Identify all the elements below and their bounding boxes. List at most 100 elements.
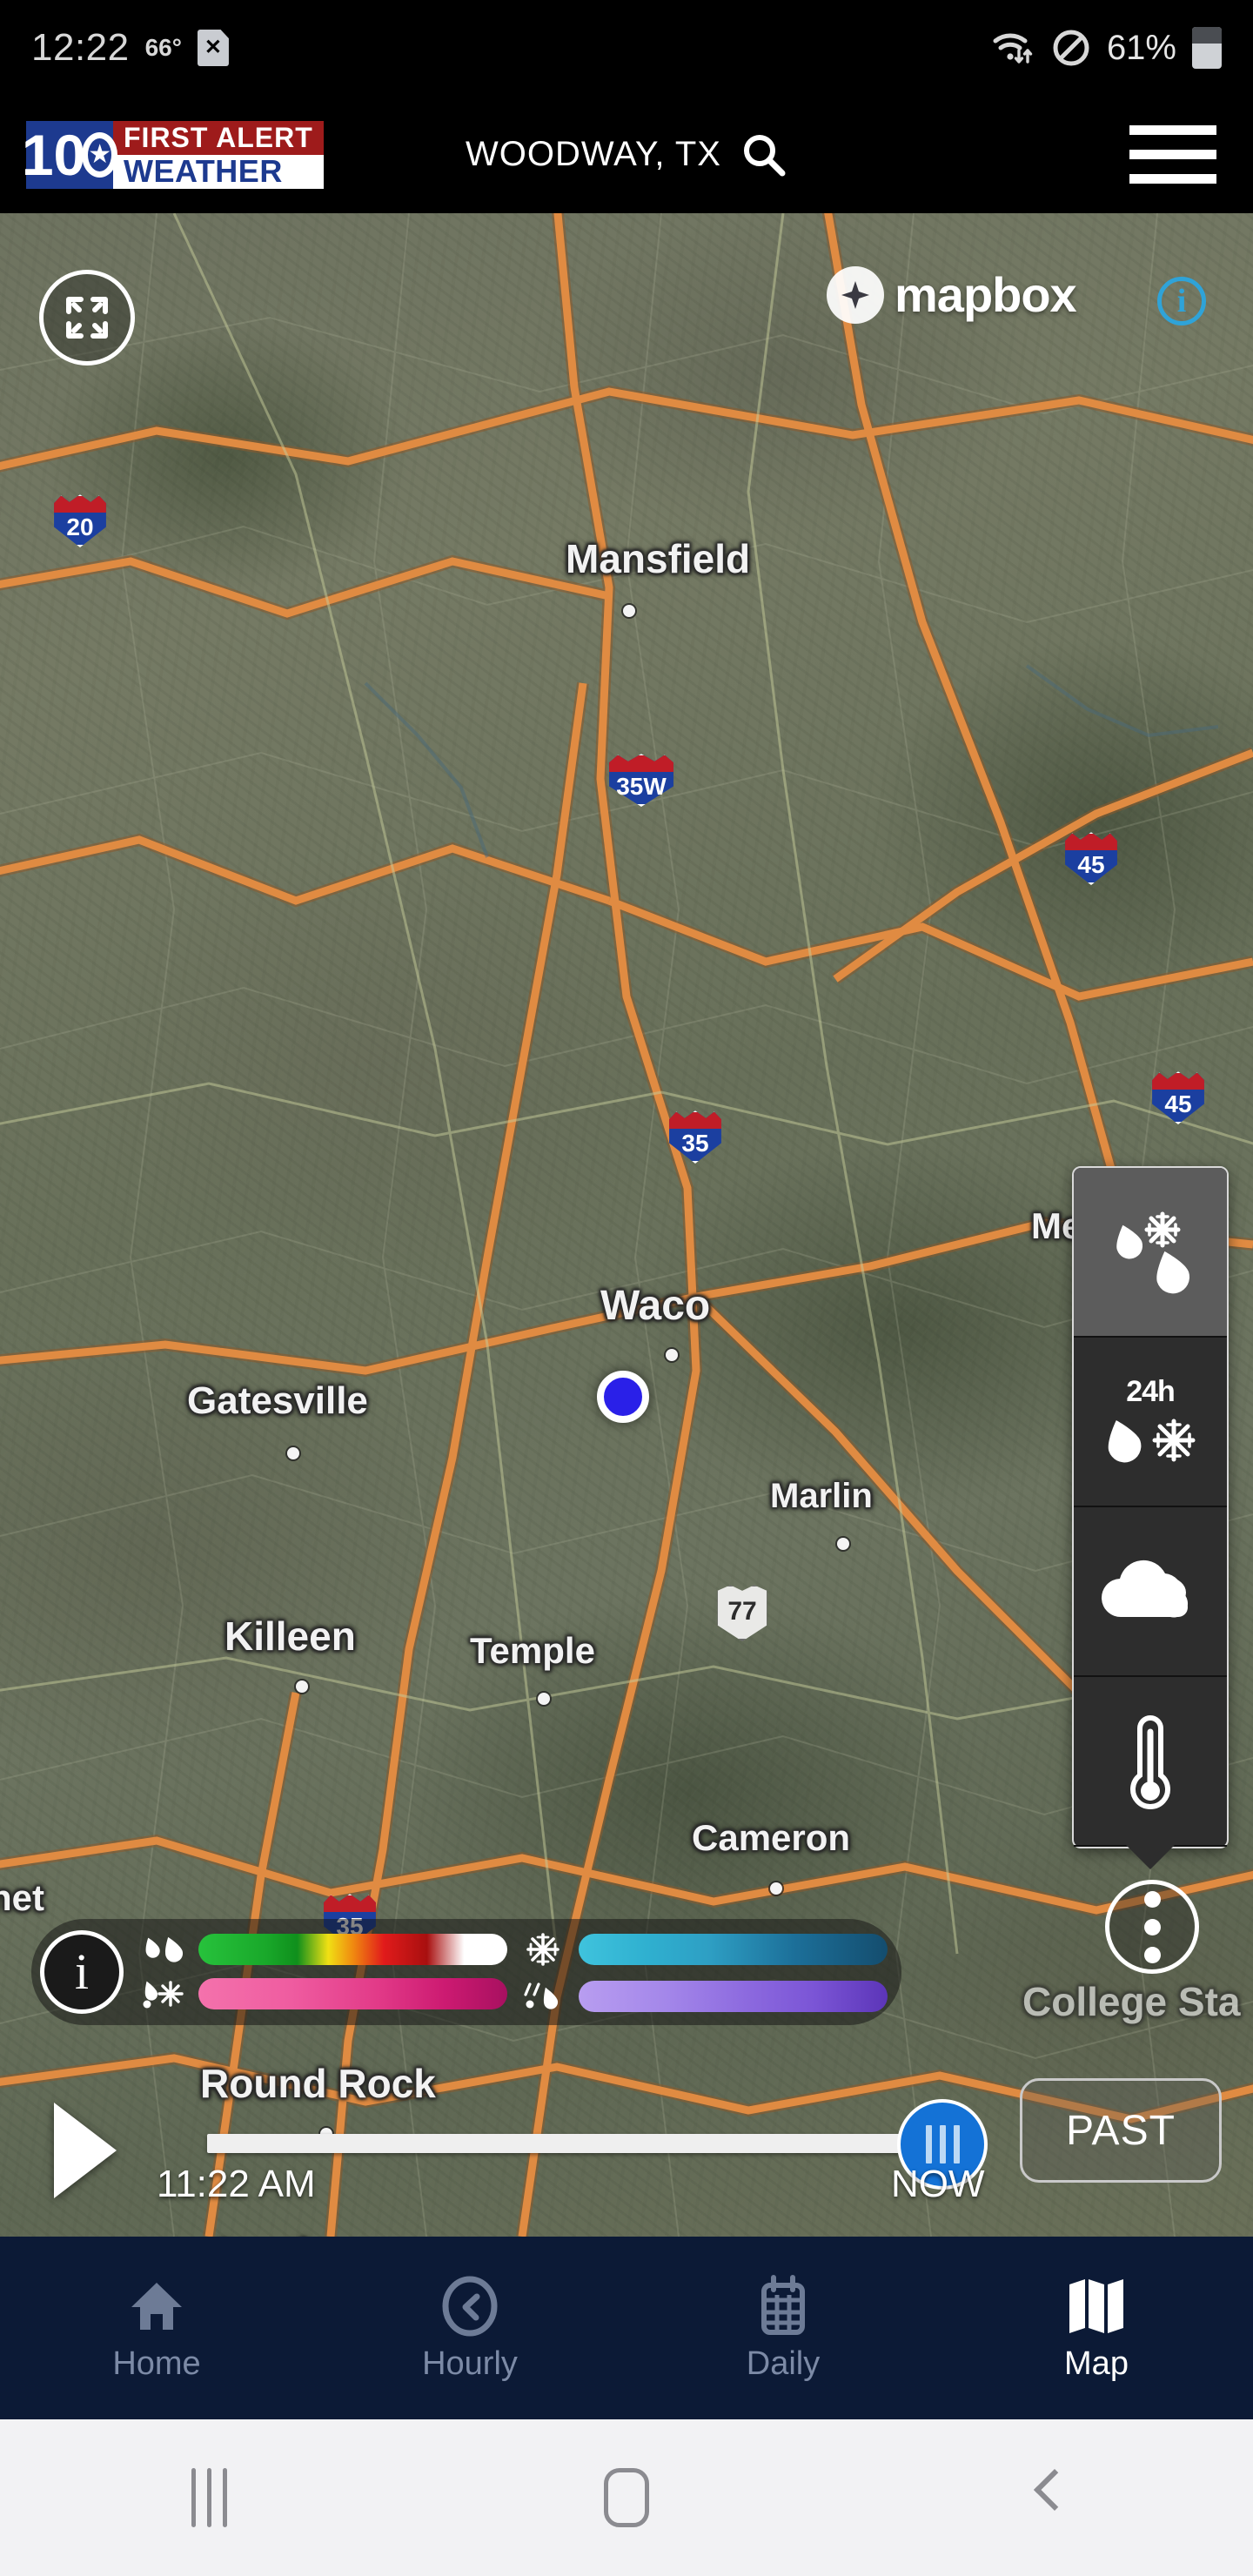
city-dot (623, 605, 635, 617)
map-icon (1069, 2278, 1123, 2333)
android-nav-bar[interactable] (0, 2419, 1253, 2576)
city-dot (287, 1447, 299, 1459)
tab-hourly[interactable]: Hourly (313, 2274, 626, 2383)
calendar-icon (761, 2274, 805, 2335)
layer-option-clouds[interactable] (1074, 1507, 1227, 1677)
map-layer-panel[interactable]: 24h (1072, 1166, 1229, 1869)
city-label: Killeen (224, 1613, 356, 1659)
logo-weather: WEATHER (113, 153, 324, 189)
home-icon (131, 2282, 182, 2330)
battery-percent: 61% (1106, 28, 1176, 67)
legend-column-left (136, 1934, 507, 2010)
rain-snow-mix-icon (1116, 1211, 1189, 1293)
logo-wordmark: FIRST ALERT WEATHER (113, 120, 324, 189)
tab-daily[interactable]: Daily (626, 2274, 940, 2383)
legend-column-right (516, 1931, 888, 2013)
mapbox-logo-icon (827, 266, 884, 324)
city-dot (666, 1349, 678, 1361)
thermometer-icon (1130, 1714, 1170, 1809)
three-dots-vertical-icon[interactable] (1105, 1880, 1199, 1974)
fullscreen-expand-icon[interactable] (39, 270, 135, 366)
city-dot (538, 1693, 550, 1705)
nav-recents-button[interactable] (0, 2468, 418, 2527)
rain-drops-icon (136, 1935, 190, 1964)
city-label: Mansfield (566, 536, 751, 581)
legend-bar-mixed (198, 1978, 507, 2009)
city-dot (837, 1538, 849, 1550)
legend-row (516, 1931, 888, 1968)
city-label: College Sta (1022, 1979, 1241, 2024)
timeline-track[interactable] (207, 2134, 929, 2153)
status-bar-right: 61% (992, 27, 1222, 69)
past-button-label: PAST (1066, 2107, 1176, 2154)
location-search[interactable]: WOODWAY, TX (466, 131, 787, 178)
logo-one: 10 (21, 122, 86, 187)
legend-info-button[interactable]: i (40, 1930, 124, 2014)
city-label: Waco (600, 1283, 711, 1329)
city-label: Cameron (692, 1817, 851, 1858)
status-bar: 12:22 66° ✕ 61% (0, 0, 1253, 96)
back-icon (1029, 2472, 1059, 2524)
station-logo: 10 ★ FIRST ALERT WEATHER (22, 120, 324, 189)
snowflake-icon (516, 1931, 570, 1968)
info-circle-icon[interactable]: i (1157, 277, 1206, 325)
highway-shield-number: 20 (66, 513, 94, 540)
city-label: net (0, 1877, 44, 1918)
timeline-start-time: 11:22 AM (157, 2163, 316, 2205)
bottom-tab-bar[interactable]: Home Hourly Daily Map (0, 2237, 1253, 2419)
sleet-icon (136, 1977, 190, 2010)
legend-row (136, 1934, 507, 1965)
legend-row (136, 1977, 507, 2010)
highway-shield: 35 (666, 1110, 725, 1164)
freezing-rain-icon (516, 1980, 570, 2013)
mapbox-attribution[interactable]: mapbox (827, 266, 1077, 324)
city-dot (296, 1680, 308, 1693)
status-temperature: 66° (144, 34, 182, 61)
logo-star-ring: ★ (82, 131, 118, 178)
layer-option-radar[interactable] (1074, 1168, 1227, 1338)
search-icon[interactable] (740, 131, 787, 178)
highway-shield-number: 77 (727, 1597, 757, 1627)
layer-panel-notch (1126, 1845, 1175, 1869)
legend-bar-snow (579, 1934, 888, 1965)
hamburger-menu-icon[interactable] (1129, 125, 1216, 184)
tab-label: Daily (746, 2345, 821, 2382)
highway-shield: 77 (715, 1584, 769, 1641)
tab-label: Map (1064, 2345, 1129, 2382)
battery-icon (1192, 27, 1222, 69)
legend-bar-rain (198, 1934, 507, 1965)
app-header: 10 ★ FIRST ALERT WEATHER WOODWAY, TX (0, 96, 1253, 213)
timeline-now-label: NOW (891, 2163, 985, 2205)
city-label: Gatesville (187, 1379, 368, 1422)
highway-shield-number: 35 (681, 1129, 709, 1157)
do-not-disturb-icon (1053, 30, 1089, 66)
past-button[interactable]: PAST (1020, 2078, 1222, 2183)
map-legend: i (31, 1919, 901, 2025)
tab-map[interactable]: Map (940, 2274, 1253, 2383)
highway-shield-number: 45 (1077, 850, 1105, 878)
tab-home[interactable]: Home (0, 2274, 313, 2383)
sd-card-x-icon: ✕ (197, 30, 229, 66)
rain-snow-icon (1108, 1419, 1196, 1463)
clock-icon (442, 2276, 498, 2336)
highway-shield-number: 35W (616, 772, 667, 800)
nav-home-button[interactable] (418, 2468, 835, 2527)
location-label: WOODWAY, TX (466, 135, 721, 173)
current-location-dot (597, 1371, 649, 1423)
status-time: 12:22 (31, 26, 130, 69)
city-dot (770, 1882, 782, 1895)
tab-label: Hourly (422, 2345, 518, 2382)
highway-shield: 45 (1062, 831, 1121, 885)
nav-back-button[interactable] (835, 2472, 1253, 2524)
layer-option-accumulation-24h[interactable]: 24h (1074, 1338, 1227, 1507)
legend-bar-freezing-rain (579, 1981, 888, 2012)
wifi-arrows-icon (993, 33, 1033, 64)
play-icon[interactable] (54, 2103, 117, 2198)
city-label: Temple (470, 1630, 595, 1671)
layer-option-temperature[interactable] (1074, 1677, 1227, 1847)
tab-label: Home (112, 2345, 201, 2382)
highway-shield: 45 (1149, 1070, 1208, 1124)
highway-shield: 20 (50, 493, 110, 547)
cloud-icon (1101, 1560, 1189, 1618)
city-label: Marlin (770, 1477, 873, 1515)
